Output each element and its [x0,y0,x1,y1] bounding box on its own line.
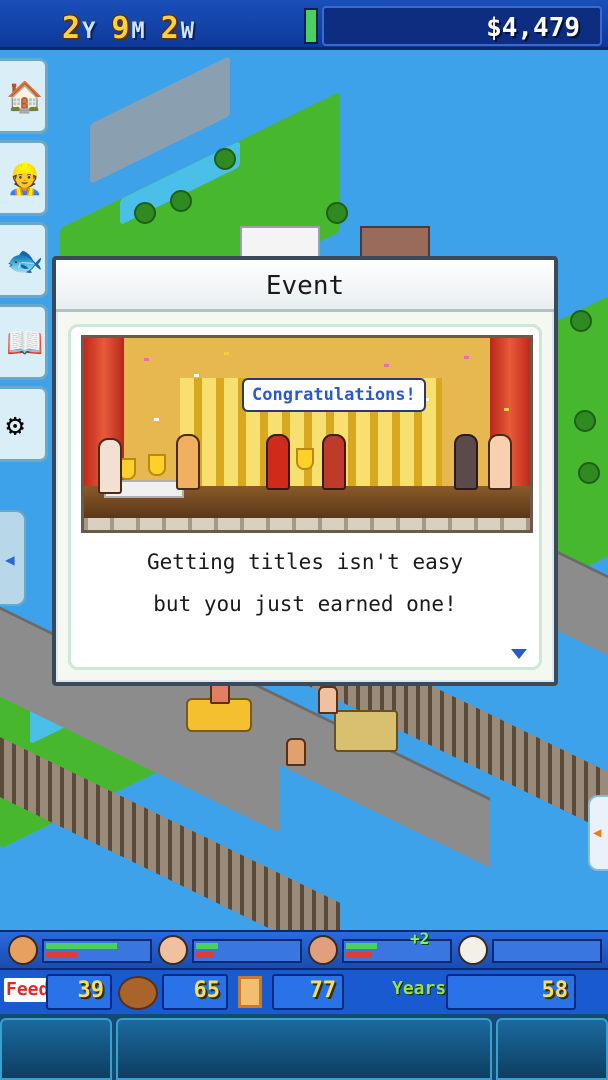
settings-icon: ⚙ [6,408,25,443]
tree [570,310,592,332]
staff-bonus-label: +2 [410,929,430,948]
side-menu-build-button[interactable]: 🏠 [0,58,48,134]
game-date: 2 Y 9 M 2 W [62,8,208,44]
bottom-menu-area [0,1014,608,1080]
staff-energy-bar [46,943,118,949]
speech-bubble: Congratulations! [242,378,426,412]
staff-gauges [42,939,152,963]
feed-counter: 39 [46,974,112,1010]
date-weeks-unit: W [180,19,194,44]
confetti [194,374,199,377]
event-dialog[interactable]: Event Congratulations! Getting titles is… [52,256,558,686]
event-message-line-1: Getting titles isn't easy [146,550,464,574]
years-counter: 58 [446,974,576,1010]
staff-energy-bar [196,943,219,949]
years-label: Years [392,978,447,999]
staff-stress-bar [196,952,215,958]
guest-character [488,434,512,490]
tree [170,190,192,212]
door-icon [238,976,262,1008]
side-menu-staff-button[interactable]: 👷 [0,140,48,216]
staff-avatar [8,935,38,965]
tree [578,462,600,484]
award-ceremony-scene: Congratulations! [81,335,533,533]
funds-value: $4,479 [486,13,580,43]
date-years-unit: Y [82,19,96,44]
staff-stress-bar [346,952,372,958]
white-building[interactable] [240,226,320,260]
years-value: 58 [541,978,569,1003]
train-car[interactable] [334,710,398,752]
tree [214,148,236,170]
staff-gauges [192,939,302,963]
tree [574,410,596,432]
staff-gauges [492,939,602,963]
stage-edge [84,518,530,530]
bottom-tab-left[interactable] [0,1018,112,1080]
side-menu-settings-button[interactable]: ⚙ [0,386,48,462]
presenter-character [322,434,346,490]
chevron-left-icon: ◀ [593,825,602,841]
bottom-tab-right[interactable] [496,1018,608,1080]
confetti [154,418,159,421]
confetti [224,352,229,355]
funds-display: $4,479 [322,6,602,46]
event-message-line-2: but you just earned one! [153,592,457,616]
continue-arrow-icon[interactable] [511,649,527,659]
build-icon: 🏠 [6,80,44,115]
confetti [384,364,389,367]
book-icon: 📖 [6,326,44,361]
bottom-tab-center[interactable] [116,1018,492,1080]
staff-avatar [158,935,188,965]
door-counter: 77 [272,974,344,1010]
dialog-content: Congratulations! Getting titles isn't ea… [68,324,542,670]
wood-value: 65 [193,978,221,1003]
resident-character[interactable] [286,738,306,766]
staff-avatar [308,935,338,965]
trophy-icon [296,448,314,470]
door-value: 77 [309,978,337,1003]
week-progress-gauge [304,8,318,44]
tree [326,202,348,224]
staff-energy-bar [346,943,377,949]
staff-avatar [458,935,488,965]
guest-character [98,438,122,494]
date-months-unit: M [131,19,145,44]
side-menu-book-button[interactable]: 📖 [0,304,48,380]
staff-stress-bar [46,952,77,958]
confetti [464,356,469,359]
top-status-bar: 2 Y 9 M 2 W $4,479 [0,0,608,50]
staff-icon: 👷 [6,162,44,197]
date-years-value: 2 [62,11,81,46]
date-months-value: 9 [111,11,130,46]
chevron-left-icon: ◀ [5,550,15,569]
confetti [144,358,149,361]
side-menu-fish-button[interactable]: 🐟 [0,222,48,298]
fish-icon: 🐟 [6,244,44,279]
right-panel-expand-button[interactable]: ◀ [588,795,608,871]
dialog-title: Event [56,260,554,312]
resource-stats-bar: Feed 39 65 77 Years 58 [0,968,608,1014]
guest-character [454,434,478,490]
week-progress-fill [306,10,316,42]
staff-gauges [342,939,452,963]
side-menu-collapse-button[interactable]: ◀ [0,510,26,606]
tree [134,202,156,224]
wood-icon [118,976,158,1010]
date-weeks-value: 2 [160,11,179,46]
trophy-icon [148,454,166,476]
event-message: Getting titles isn't easy but you just e… [71,541,539,625]
feed-label: Feed [4,978,52,1002]
confetti [504,408,509,411]
resident-character[interactable] [318,686,338,714]
feed-value: 39 [77,978,105,1003]
wood-counter: 65 [162,974,228,1010]
staff-status-bar: +2 [0,929,608,968]
guest-character [176,434,200,490]
winner-character [266,434,290,490]
